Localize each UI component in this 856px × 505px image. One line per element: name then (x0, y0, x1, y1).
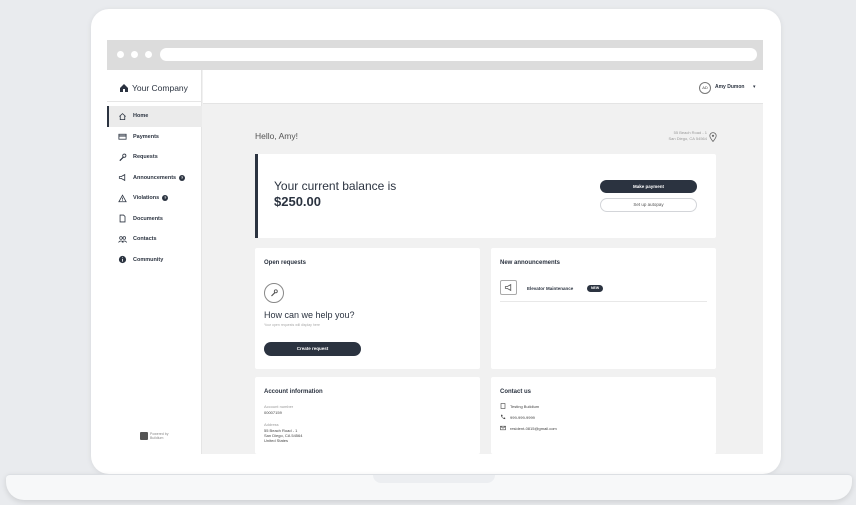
sidebar-nav: Home Payments Requests Announcements ? V… (107, 106, 202, 270)
account-number-label: Account number (264, 404, 294, 409)
house-icon (120, 84, 128, 92)
megaphone-icon (500, 280, 517, 295)
phone-icon (500, 414, 506, 420)
address-line: United States (264, 438, 289, 443)
account-info-card: Account information Account number 00007… (255, 377, 480, 454)
building-icon (500, 403, 506, 409)
divider (107, 101, 202, 102)
laptop-base (6, 474, 852, 500)
sidebar-item-label: Payments (133, 133, 159, 140)
window-dot[interactable] (117, 51, 124, 58)
contact-phone[interactable]: 999-999-9999 (500, 414, 535, 420)
sidebar-item-label: Contacts (133, 236, 157, 243)
company-logo[interactable]: Your Company (119, 80, 188, 96)
property-address: 55 Beach Road - 1 San Diego, CA 54564 (627, 130, 707, 142)
create-request-button[interactable]: Create request (264, 342, 361, 356)
open-requests-card: Open requests How can we help you? Your … (255, 248, 480, 369)
balance-label: Your current balance is (274, 179, 397, 193)
mail-icon (500, 425, 506, 431)
sidebar-item-contacts[interactable]: Contacts (107, 229, 202, 250)
announcement-item[interactable]: Elevator Maintenance NEW (500, 278, 707, 302)
sidebar-item-label: Requests (133, 154, 158, 161)
home-icon (118, 112, 127, 121)
sidebar-item-violations[interactable]: Violations ? (107, 188, 202, 209)
wrench-icon (118, 153, 127, 162)
credit-card-icon (118, 132, 127, 141)
top-header: AD Amy Dumon ▾ (203, 70, 763, 104)
document-icon (118, 214, 127, 223)
user-name[interactable]: Amy Dumon (715, 84, 744, 90)
sidebar-item-requests[interactable]: Requests (107, 147, 202, 168)
help-badge-icon[interactable]: ? (162, 195, 169, 202)
contact-company: Testing Buildium (500, 403, 539, 409)
buildium-logo-icon (140, 432, 148, 440)
sidebar-item-documents[interactable]: Documents (107, 209, 202, 230)
card-title: Open requests (264, 260, 307, 266)
help-badge-icon[interactable]: ? (179, 174, 186, 181)
contact-email[interactable]: resident-0815@gmail.com (500, 425, 557, 431)
sidebar-item-label: Community (133, 256, 164, 263)
powered-by-line2: Buildium (150, 436, 164, 440)
balance-card: Your current balance is $250.00 Make pay… (255, 154, 716, 238)
sidebar-item-label: Announcements (133, 174, 177, 181)
autopay-button[interactable]: Set up autopay (600, 198, 697, 212)
announcements-card: New announcements Elevator Maintenance N… (491, 248, 716, 369)
window-dot[interactable] (145, 51, 152, 58)
card-title: Contact us (500, 389, 532, 395)
contact-company-name: Testing Buildium (510, 403, 540, 409)
help-heading: How can we help you? (264, 310, 355, 320)
address-label: Address (264, 422, 279, 427)
sidebar-item-announcements[interactable]: Announcements ? (107, 168, 202, 189)
make-payment-button[interactable]: Make payment (600, 180, 697, 193)
chevron-down-icon[interactable]: ▾ (753, 84, 756, 90)
laptop-notch (373, 475, 495, 483)
help-subtext: Your open requests will display here (264, 323, 320, 327)
card-title: Account information (264, 389, 323, 395)
balance-amount: $250.00 (274, 194, 321, 209)
info-icon (118, 255, 127, 264)
announcement-title: Elevator Maintenance (527, 286, 574, 291)
contact-card: Contact us Testing Buildium 999-999-9999… (491, 377, 716, 454)
warning-icon (118, 194, 127, 203)
contact-email-address: resident-0815@gmail.com (510, 425, 557, 431)
location-pin-icon (709, 132, 717, 142)
powered-by[interactable]: Powered by Buildium (140, 432, 168, 440)
sidebar-item-label: Home (133, 113, 149, 120)
card-title: New announcements (500, 260, 561, 266)
browser-chrome (107, 40, 763, 70)
screen: Your Company Home Payments Requests Anno… (107, 40, 763, 454)
sidebar-item-home[interactable]: Home (107, 106, 202, 127)
people-icon (118, 235, 127, 244)
account-number: 00007159 (264, 410, 282, 415)
page-greeting: Hello, Amy! (255, 131, 298, 141)
address-line: San Diego, CA 54564 (668, 136, 707, 141)
megaphone-icon (118, 173, 127, 182)
contact-phone-number: 999-999-9999 (510, 414, 535, 420)
url-bar[interactable] (160, 48, 757, 61)
sidebar-item-label: Documents (133, 215, 163, 222)
avatar[interactable]: AD (699, 82, 711, 94)
wrench-icon (264, 283, 284, 303)
window-dot[interactable] (131, 51, 138, 58)
sidebar-item-payments[interactable]: Payments (107, 127, 202, 148)
sidebar-item-community[interactable]: Community (107, 250, 202, 271)
new-badge: NEW (587, 284, 604, 292)
sidebar: Your Company Home Payments Requests Anno… (107, 70, 202, 454)
sidebar-item-label: Violations (133, 195, 160, 202)
company-name: Your Company (132, 83, 188, 93)
balance-accent (255, 154, 258, 238)
